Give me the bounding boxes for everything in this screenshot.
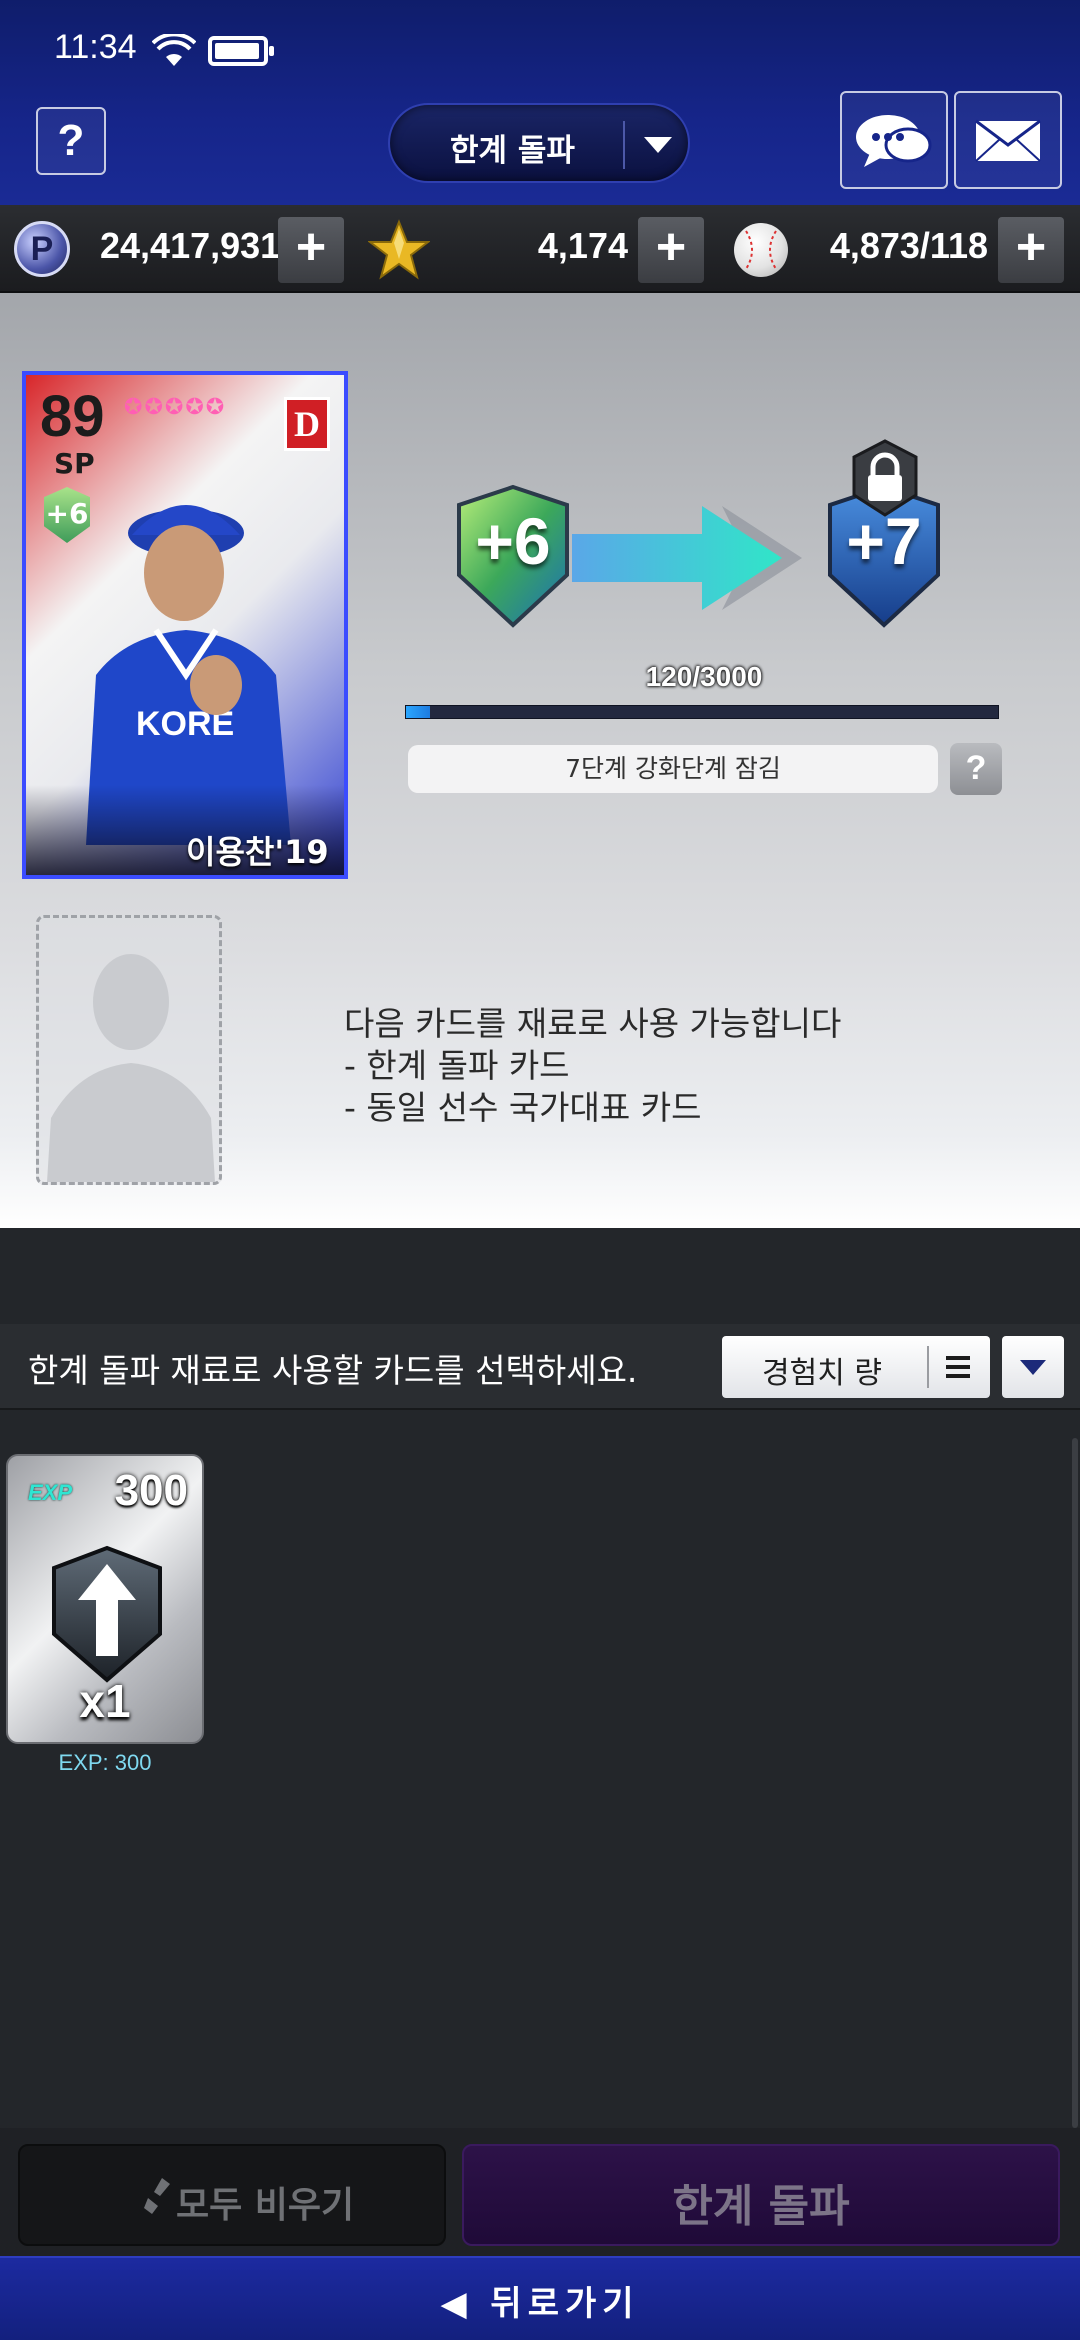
mode-divider xyxy=(623,121,625,169)
info-line: - 동일 선수 국가대표 카드 xyxy=(344,1088,702,1127)
add-points-button[interactable]: + xyxy=(278,217,344,283)
current-level-text: +6 xyxy=(475,504,551,578)
limit-break-button[interactable]: 한계 돌파 xyxy=(462,2144,1060,2246)
stars-value: 4,174 xyxy=(537,225,628,266)
player-card[interactable]: 89 SP ✪✪✪✪✪ D +6 KORE 이용찬'19 xyxy=(22,371,348,879)
progress-fill xyxy=(406,706,430,718)
exp-material-card[interactable]: EXP 300 x1 xyxy=(6,1454,204,1744)
lock-help-button[interactable]: ? xyxy=(950,743,1002,795)
baseball-icon xyxy=(734,223,788,277)
chat-icon xyxy=(856,115,932,167)
silhouette-icon xyxy=(47,954,215,1182)
chat-button[interactable] xyxy=(840,91,948,189)
limit-break-label: 한계 돌파 xyxy=(672,2181,850,2232)
progress-bar xyxy=(405,705,999,719)
status-bar: 11:34 xyxy=(0,0,1080,100)
balls-value: 4,873/118 xyxy=(829,225,988,266)
back-button[interactable]: ◀ 뒤로가기 xyxy=(0,2256,1080,2340)
material-info: 다음 카드를 재료로 사용 가능합니다 - 한계 돌파 카드 - 동일 선수 국… xyxy=(344,1003,841,1129)
mode-dropdown[interactable]: 한계 돌파 xyxy=(388,103,690,183)
material-quantity: x1 xyxy=(79,1675,131,1727)
wifi-icon xyxy=(152,34,196,66)
current-level-badge: +6 xyxy=(453,483,573,629)
clear-all-label: 모두 비우기 xyxy=(176,2185,355,2226)
progress-text: 120/3000 xyxy=(645,661,763,692)
points-icon: P xyxy=(14,221,70,277)
next-level-badge: +7 xyxy=(824,439,944,629)
star-icon: ✪ xyxy=(185,395,206,420)
mail-button[interactable] xyxy=(954,91,1062,189)
help-button[interactable]: ? xyxy=(36,107,106,175)
star-icon: ✪ xyxy=(144,395,165,420)
exp-amount: 300 xyxy=(114,1466,188,1515)
points-value: 24,417,931 xyxy=(100,225,281,266)
material-caption: EXP: 300 xyxy=(58,1750,152,1775)
star-icon xyxy=(368,219,430,280)
top-header: 11:34 ? 한계 돌파 xyxy=(0,0,1080,205)
lock-icon xyxy=(852,439,918,517)
player-name: 이용찬'19 xyxy=(186,833,329,871)
selection-header: 한계 돌파 재료로 사용할 카드를 선택하세요. 경험치 량 xyxy=(0,1324,1080,1410)
menu-lines-icon xyxy=(946,1356,970,1378)
mode-label: 한계 돌파 xyxy=(450,133,575,169)
arrow-right-icon xyxy=(572,506,802,610)
info-line: - 한계 돌파 카드 xyxy=(344,1046,570,1085)
sort-divider xyxy=(927,1346,929,1388)
mail-icon xyxy=(975,119,1041,162)
arrow-up-emblem-icon xyxy=(52,1545,162,1683)
sort-dropdown[interactable]: 경험치 량 xyxy=(722,1336,990,1398)
card-stars: ✪✪✪✪✪ xyxy=(124,395,226,420)
battery-icon xyxy=(208,36,274,66)
sort-order-button[interactable] xyxy=(1002,1336,1064,1398)
star-icon: ✪ xyxy=(164,395,186,420)
add-stars-button[interactable]: + xyxy=(638,217,704,283)
currency-bar: P 24,417,931 + 4,174 + 4,873/118 + xyxy=(0,205,1080,293)
brush-icon xyxy=(144,2178,170,2214)
sort-label: 경험치 량 xyxy=(762,1356,882,1391)
exp-tag: EXP xyxy=(28,1480,73,1505)
chevron-down-icon xyxy=(644,137,672,153)
material-slot[interactable] xyxy=(36,915,222,1185)
clear-all-button[interactable]: 모두 비우기 xyxy=(18,2144,446,2246)
back-label: ◀ 뒤로가기 xyxy=(440,2284,640,2324)
team-logo: D xyxy=(284,397,330,451)
star-icon: ✪ xyxy=(124,395,145,420)
info-line: 다음 카드를 재료로 사용 가능합니다 xyxy=(344,1004,842,1043)
star-icon: ✪ xyxy=(205,395,227,420)
selection-prompt: 한계 돌파 재료로 사용할 카드를 선택하세요. xyxy=(28,1351,638,1390)
action-bar: 모두 비우기 한계 돌파 xyxy=(0,2128,1080,2256)
lock-notice: 7단계 강화단계 잠김 xyxy=(408,745,938,793)
list-scrollbar[interactable] xyxy=(1072,1438,1078,2128)
add-balls-button[interactable]: + xyxy=(998,217,1064,283)
enhance-panel: 89 SP ✪✪✪✪✪ D +6 KORE 이용찬'19 +6 +7 120/3… xyxy=(0,293,1080,1228)
material-list: EXP 300 x1 EXP: 300 xyxy=(0,1410,1080,2128)
status-time: 11:34 xyxy=(54,28,137,66)
card-overall: 89 xyxy=(40,384,105,449)
